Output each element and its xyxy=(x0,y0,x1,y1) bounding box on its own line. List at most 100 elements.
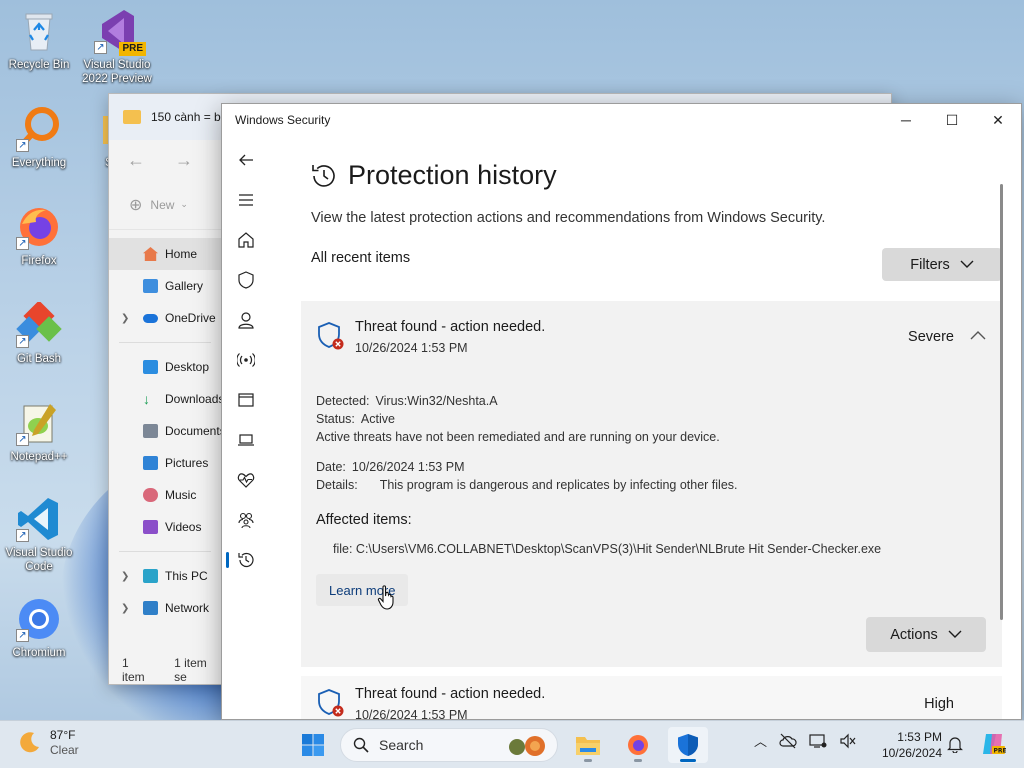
browser-window-icon xyxy=(238,393,254,407)
shield-alert-icon xyxy=(318,689,344,717)
firefox-icon: ↗ xyxy=(16,204,62,250)
threat-card[interactable]: Threat found - action needed. 10/26/2024… xyxy=(301,676,1002,720)
weather-widget[interactable]: 87°F Clear xyxy=(16,728,79,758)
wireless-icon xyxy=(237,353,255,367)
sidebar-item-label: Home xyxy=(165,247,198,261)
forward-arrow-icon[interactable]: → xyxy=(175,150,193,171)
new-button[interactable]: New xyxy=(150,198,174,212)
desktop-icon-chromium[interactable]: ↗ Chromium xyxy=(0,596,81,660)
sidebar-item-label: This PC xyxy=(165,569,208,583)
sidebar-item-home[interactable]: Home xyxy=(109,238,221,270)
moon-icon xyxy=(20,732,39,753)
desktop-icon-git-bash[interactable]: ↗ Git Bash xyxy=(0,300,81,366)
back-button[interactable] xyxy=(222,140,270,180)
shield-alert-icon xyxy=(318,322,344,350)
filters-label: Filters xyxy=(910,256,950,273)
nav-home[interactable] xyxy=(222,220,270,260)
copilot-icon[interactable]: PRE xyxy=(980,731,1006,757)
desktop-icon-visual-studio[interactable]: PRE ↗ Visual Studio 2022 Preview xyxy=(75,8,159,86)
sidebar-item-label: Music xyxy=(165,488,197,502)
status-value: Active xyxy=(360,412,395,426)
menu-button[interactable] xyxy=(222,180,270,220)
chevron-right-icon[interactable]: ❯ xyxy=(121,571,129,582)
visual-studio-icon: PRE ↗ xyxy=(94,8,146,56)
collapse-button[interactable] xyxy=(970,328,986,343)
desktop-icon-notepadpp[interactable]: ↗ Notepad++ xyxy=(0,400,81,464)
recycle-bin-icon xyxy=(16,8,62,54)
git-bash-icon: ↗ xyxy=(16,300,62,348)
shortcut-arrow-icon: ↗ xyxy=(16,529,29,542)
page-header: Protection history xyxy=(310,160,557,191)
shield-icon xyxy=(678,734,698,756)
history-icon xyxy=(312,164,335,187)
threat-title: Threat found - action needed. xyxy=(355,686,546,702)
nav-device-performance[interactable] xyxy=(222,460,270,500)
back-arrow-icon[interactable]: ← xyxy=(127,150,145,171)
sidebar-item-label: OneDrive xyxy=(165,311,216,325)
plus-icon: ⊕ xyxy=(129,196,143,214)
desktop-icon-label: Visual Studio 2022 Preview xyxy=(82,59,152,85)
sidebar-item-label: Desktop xyxy=(165,360,210,374)
page-description: View the latest protection actions and r… xyxy=(311,210,826,226)
clock-time: 1:53 PM xyxy=(897,730,942,744)
filters-button[interactable]: Filters xyxy=(882,248,1002,281)
security-body: Protection history View the latest prote… xyxy=(222,136,1021,719)
desktop-icon-label: Chromium xyxy=(12,647,66,659)
picture-icon xyxy=(143,456,158,470)
chevron-right-icon[interactable]: ❯ xyxy=(121,313,129,324)
taskbar-windows-security[interactable] xyxy=(668,727,708,763)
taskbar-search-box[interactable]: Search xyxy=(340,728,558,762)
nav-firewall[interactable] xyxy=(222,340,270,380)
search-placeholder: Search xyxy=(379,737,424,753)
chevron-down-icon: ⌄ xyxy=(180,199,188,209)
scrollbar[interactable] xyxy=(1000,184,1003,620)
cloud-sync-icon[interactable] xyxy=(779,733,797,749)
nav-app-browser-control[interactable] xyxy=(222,380,270,420)
sidebar-item-label: Downloads xyxy=(165,392,225,406)
desktop-icon-firefox[interactable]: ↗ Firefox xyxy=(0,204,81,268)
explorer-tab-title[interactable]: 150 cành = b xyxy=(151,110,221,124)
maximize-button[interactable]: ☐ xyxy=(929,104,975,136)
affected-items-heading: Affected items: xyxy=(316,512,412,528)
threat-card[interactable]: Threat found - action needed. 10/26/2024… xyxy=(301,301,1002,667)
nav-virus-protection[interactable] xyxy=(222,260,270,300)
taskbar-clock[interactable]: 1:53 PM 10/26/2024 xyxy=(872,729,942,761)
shortcut-arrow-icon: ↗ xyxy=(16,139,29,152)
nav-family-options[interactable] xyxy=(222,500,270,540)
taskbar-firefox[interactable] xyxy=(618,727,658,763)
severity-label: Severe xyxy=(908,329,954,345)
desktop-icon-label: Recycle Bin xyxy=(8,59,70,71)
document-icon xyxy=(143,424,158,438)
nav-device-security[interactable] xyxy=(222,420,270,460)
page-title: Protection history xyxy=(348,160,557,190)
close-button[interactable]: ✕ xyxy=(975,104,1021,136)
notification-bell-icon[interactable] xyxy=(947,735,963,753)
chevron-up-icon[interactable]: ︿ xyxy=(754,731,767,750)
threat-date: 10/26/2024 1:53 PM xyxy=(355,708,468,720)
taskbar-file-explorer[interactable] xyxy=(568,727,608,763)
desktop-icon-recycle-bin[interactable]: Recycle Bin xyxy=(0,8,81,72)
desktop-icon-vscode[interactable]: ↗ Visual Studio Code xyxy=(0,496,81,574)
desktop-icon-label: Git Bash xyxy=(16,353,62,365)
network-monitor-icon[interactable] xyxy=(809,733,827,749)
back-arrow-icon xyxy=(239,154,253,166)
security-titlebar[interactable]: Windows Security ─ ☐ ✕ xyxy=(222,104,1021,136)
sidebar-divider xyxy=(119,551,211,552)
chevron-right-icon[interactable]: ❯ xyxy=(121,603,129,614)
speaker-muted-icon[interactable] xyxy=(839,733,857,749)
minimize-button[interactable]: ─ xyxy=(883,104,929,136)
start-button[interactable] xyxy=(296,728,330,762)
nav-account-protection[interactable] xyxy=(222,300,270,340)
hamburger-icon xyxy=(239,194,253,206)
actions-button[interactable]: Actions xyxy=(866,617,986,652)
firefox-icon xyxy=(628,735,648,755)
search-icon xyxy=(353,737,369,753)
nav-protection-history[interactable] xyxy=(222,540,270,580)
weather-temperature: 87°F xyxy=(50,728,76,742)
folder-icon xyxy=(67,106,120,152)
sidebar-item-label: Pictures xyxy=(165,456,209,470)
everything-search-icon: ↗ xyxy=(16,106,62,152)
windows-security-window[interactable]: Windows Security ─ ☐ ✕ Protection histor… xyxy=(221,103,1022,720)
heart-pulse-icon xyxy=(237,473,255,488)
section-label: All recent items xyxy=(311,250,411,266)
